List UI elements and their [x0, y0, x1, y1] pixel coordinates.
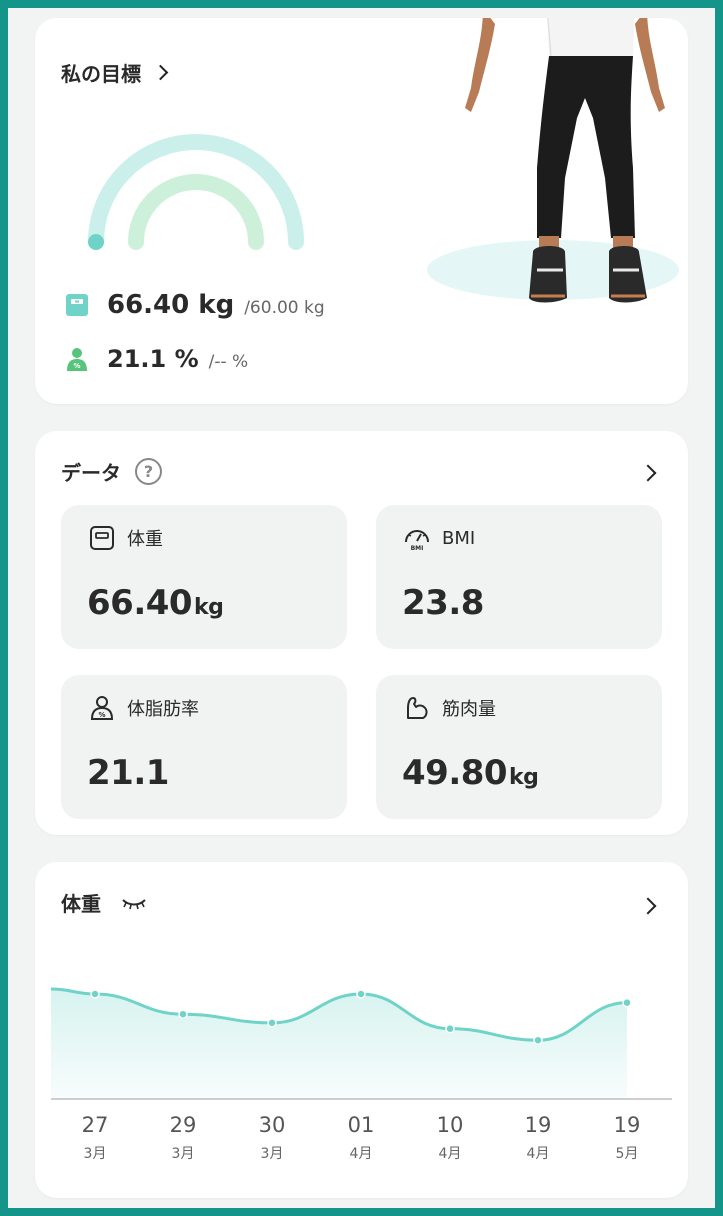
tile-bmi-label: BMI	[442, 527, 476, 549]
gauge-inner-track	[128, 174, 264, 250]
weight-chart-header: 体重	[61, 888, 147, 917]
scale-icon	[66, 294, 88, 316]
current-weight: 66.40 kg	[107, 290, 235, 320]
scale-icon	[90, 526, 114, 550]
goal-progress-gauge	[88, 134, 304, 250]
help-icon[interactable]: ?	[135, 458, 162, 485]
body-fat-icon: %	[67, 348, 87, 371]
data-more-chevron-icon[interactable]	[639, 464, 657, 482]
tile-fat-value-wrap: 21.1	[87, 753, 171, 793]
tile-bmi-value-wrap: 23.8	[402, 583, 486, 623]
bmi-gauge-icon: BMI	[405, 530, 429, 551]
tile-fat-label: 体脂肪率	[127, 699, 199, 720]
body-avatar-image	[427, 18, 679, 303]
goal-card[interactable]: 私の目標 66.40 kg /60.00 kg % 21.1 % /-- %	[35, 18, 688, 404]
tile-weight-label: 体重	[127, 529, 163, 550]
tile-weight-value: 66.40	[87, 583, 193, 623]
tile-muscle[interactable]: 筋肉量 49.80kg	[376, 675, 662, 819]
weight-chart-card: 体重	[35, 862, 688, 1198]
tile-muscle-unit: kg	[509, 765, 539, 790]
tile-body-fat[interactable]: % 体脂肪率 21.1	[61, 675, 347, 819]
goal-header[interactable]: 私の目標	[61, 58, 169, 87]
tile-weight-title: 体重	[89, 525, 163, 551]
tile-muscle-value-wrap: 49.80kg	[402, 753, 539, 793]
goal-title: 私の目標	[61, 62, 141, 86]
data-card: データ ? 体重 66.40kg BMI BMI 23.8 % 体脂肪率 21.…	[35, 431, 688, 835]
tile-weight[interactable]: 体重 66.40kg	[61, 505, 347, 649]
data-header: データ ?	[61, 457, 162, 486]
chevron-right-icon	[152, 64, 169, 81]
tile-muscle-label: 筋肉量	[442, 699, 496, 720]
gauge-progress-dot	[88, 234, 104, 250]
weight-goal-row: 66.40 kg /60.00 kg	[65, 290, 325, 320]
tile-bmi-value: 23.8	[402, 583, 484, 623]
app-screen: 私の目標 66.40 kg /60.00 kg % 21.1 % /-- % デ…	[8, 8, 715, 1208]
fat-goal-row: % 21.1 % /-- %	[65, 345, 248, 373]
weight-more-chevron-icon[interactable]	[639, 897, 657, 915]
data-title: データ	[61, 461, 121, 485]
tile-fat-title: % 体脂肪率	[89, 695, 199, 721]
svg-text:%: %	[98, 711, 105, 719]
tile-fat-value: 21.1	[87, 753, 169, 793]
tile-weight-value-wrap: 66.40kg	[87, 583, 224, 623]
muscle-arm-icon	[407, 697, 428, 719]
tile-muscle-title: 筋肉量	[404, 695, 496, 721]
current-fat: 21.1 %	[107, 345, 199, 373]
body-fat-icon: %	[90, 696, 114, 720]
weight-chart-title: 体重	[61, 892, 101, 916]
svg-text:%: %	[73, 362, 80, 370]
tile-bmi-title: BMI BMI	[404, 525, 475, 551]
eye-closed-icon[interactable]	[121, 895, 147, 911]
svg-text:BMI: BMI	[411, 545, 424, 551]
tile-muscle-value: 49.80	[402, 753, 508, 793]
tile-bmi[interactable]: BMI BMI 23.8	[376, 505, 662, 649]
gauge-outer-track	[88, 134, 304, 250]
target-weight: /60.00 kg	[244, 298, 325, 318]
target-fat: /-- %	[208, 352, 249, 372]
tile-weight-unit: kg	[194, 595, 224, 620]
